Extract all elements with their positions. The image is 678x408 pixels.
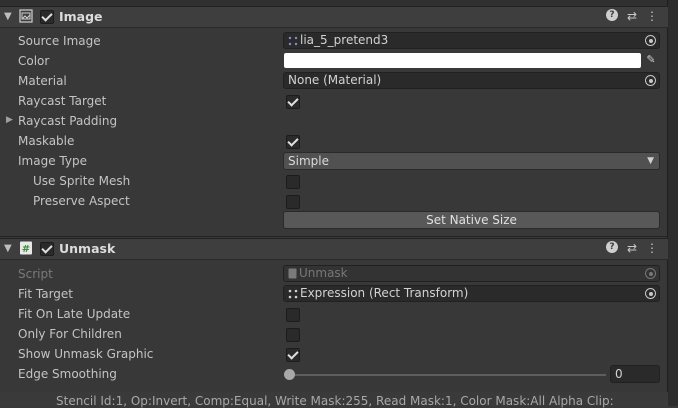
image-enabled-checkbox[interactable]	[40, 10, 54, 24]
stencil-info-bar: Stencil Id:1, Op:Invert, Comp:Equal, Wri…	[0, 392, 668, 408]
more-icon[interactable]: ⋮	[646, 241, 658, 255]
set-native-size-row: Set Native Size	[0, 210, 668, 230]
edge-smoothing-slider-track[interactable]	[289, 374, 606, 376]
script-row: Script Unmask	[0, 264, 668, 284]
edge-smoothing-slider-handle[interactable]	[284, 369, 295, 380]
preserve-aspect-checkbox[interactable]	[286, 195, 300, 209]
image-component-icon	[19, 9, 33, 23]
script-value: Unmask	[299, 266, 348, 280]
object-picker-icon[interactable]	[645, 35, 656, 46]
use-sprite-mesh-row: Use Sprite Mesh	[0, 171, 668, 191]
unmask-component-title: Unmask	[59, 241, 116, 256]
maskable-row: Maskable	[0, 131, 668, 151]
color-label: Color	[18, 54, 50, 68]
raycast-target-checkbox[interactable]	[286, 95, 300, 109]
edge-smoothing-label: Edge Smoothing	[18, 367, 117, 381]
object-picker-icon[interactable]	[645, 75, 656, 86]
source-image-label: Source Image	[18, 34, 101, 48]
color-swatch[interactable]	[284, 53, 641, 68]
script-file-icon	[288, 268, 297, 279]
component-separator	[0, 236, 668, 237]
fit-target-field[interactable]: Expression (Rect Transform)	[283, 285, 660, 302]
script-component-icon: #	[20, 241, 32, 255]
unmask-enabled-checkbox[interactable]	[40, 242, 54, 256]
unmask-component-header[interactable]: ▼ # Unmask ? ⇄ ⋮	[0, 238, 668, 260]
set-native-size-button[interactable]: Set Native Size	[283, 211, 660, 229]
use-sprite-mesh-checkbox[interactable]	[286, 175, 300, 189]
source-image-row: Source Image lia_5_pretend3	[0, 31, 668, 51]
more-icon[interactable]: ⋮	[646, 9, 658, 23]
dropdown-arrow-icon: ▼	[647, 156, 654, 166]
edge-smoothing-row: Edge Smoothing 0	[0, 364, 668, 384]
only-for-children-row: Only For Children	[0, 324, 668, 344]
svg-text:#: #	[22, 244, 30, 255]
raycast-padding-row[interactable]: ▶ Raycast Padding	[0, 111, 668, 131]
material-label: Material	[18, 74, 67, 88]
preset-icon[interactable]: ⇄	[627, 241, 637, 255]
only-for-children-label: Only For Children	[18, 327, 122, 341]
maskable-checkbox[interactable]	[286, 135, 300, 149]
object-picker-icon	[645, 268, 656, 279]
raycast-padding-label: Raycast Padding	[18, 114, 118, 128]
source-image-value: lia_5_pretend3	[300, 33, 389, 47]
object-picker-icon[interactable]	[645, 288, 656, 299]
help-icon[interactable]: ?	[605, 9, 618, 21]
preserve-aspect-row: Preserve Aspect	[0, 191, 668, 211]
maskable-label: Maskable	[18, 134, 75, 148]
raycast-target-label: Raycast Target	[18, 94, 107, 108]
fit-on-late-update-row: Fit On Late Update	[0, 304, 668, 324]
rect-transform-icon	[288, 289, 298, 298]
image-type-value: Simple	[288, 154, 329, 168]
fold-arrow-icon[interactable]: ▶	[6, 115, 13, 125]
preset-icon[interactable]: ⇄	[627, 9, 637, 23]
image-component-header[interactable]: ▼ Image ? ⇄ ⋮	[0, 6, 668, 28]
fit-target-label: Fit Target	[18, 287, 74, 301]
image-type-dropdown[interactable]: Simple ▼	[283, 152, 660, 170]
show-unmask-graphic-label: Show Unmask Graphic	[18, 347, 154, 361]
source-image-field[interactable]: lia_5_pretend3	[283, 32, 660, 49]
fold-arrow-icon[interactable]: ▼	[4, 11, 12, 22]
image-type-row: Image Type Simple ▼	[0, 151, 668, 171]
material-row: Material None (Material)	[0, 71, 668, 91]
image-component-title: Image	[59, 9, 103, 24]
image-type-label: Image Type	[18, 154, 87, 168]
sprite-icon	[288, 36, 298, 45]
preserve-aspect-label: Preserve Aspect	[33, 194, 130, 208]
script-field: Unmask	[283, 265, 660, 282]
fold-arrow-icon[interactable]: ▼	[4, 243, 12, 254]
fit-on-late-update-checkbox[interactable]	[286, 308, 300, 322]
only-for-children-checkbox[interactable]	[286, 328, 300, 342]
fit-target-value: Expression (Rect Transform)	[300, 286, 469, 300]
raycast-target-row: Raycast Target	[0, 91, 668, 111]
inspector-scrollbar[interactable]	[667, 0, 678, 406]
eyedropper-icon[interactable]: ✎	[643, 53, 659, 68]
help-icon[interactable]: ?	[605, 241, 618, 253]
edge-smoothing-input[interactable]: 0	[610, 365, 660, 383]
show-unmask-graphic-row: Show Unmask Graphic	[0, 344, 668, 364]
material-value: None (Material)	[288, 73, 382, 87]
color-row: Color ✎	[0, 51, 668, 71]
material-field[interactable]: None (Material)	[283, 72, 660, 89]
script-label: Script	[18, 267, 53, 281]
fit-on-late-update-label: Fit On Late Update	[18, 307, 131, 321]
fit-target-row: Fit Target Expression (Rect Transform)	[0, 284, 668, 304]
use-sprite-mesh-label: Use Sprite Mesh	[33, 174, 131, 188]
show-unmask-graphic-checkbox[interactable]	[286, 348, 300, 362]
